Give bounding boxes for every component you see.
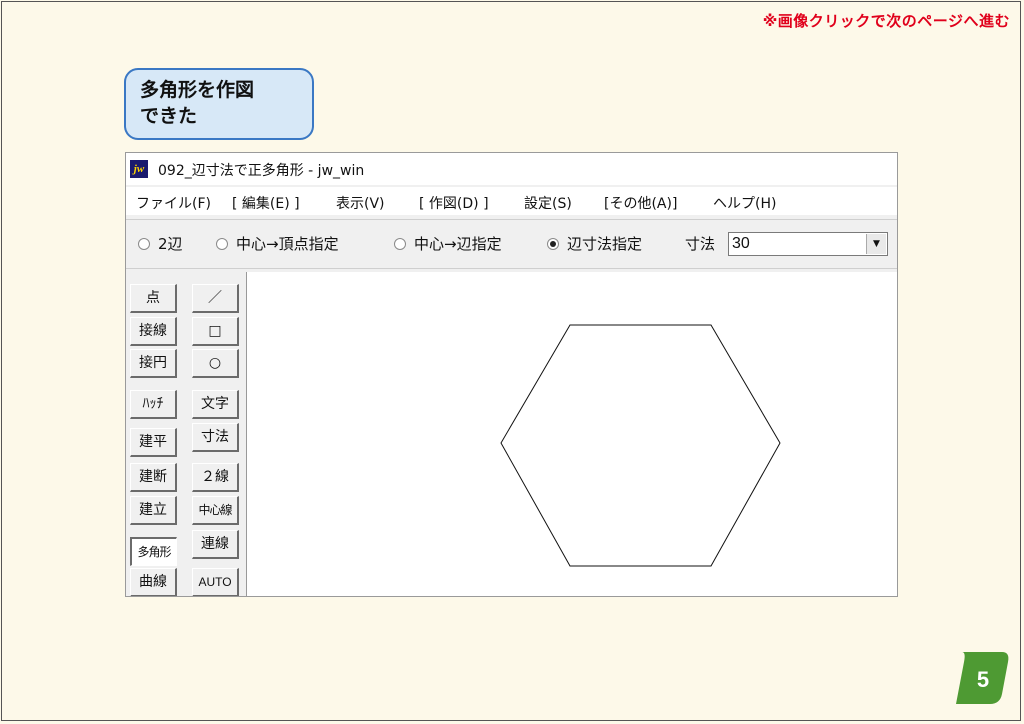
page-number-badge[interactable]: 5	[952, 650, 1010, 706]
menu-bar: ファイル(F) [ 編集(E) ] 表示(V) [ 作図(D) ] 設定(S) …	[126, 187, 897, 215]
app-icon: jw	[130, 160, 148, 178]
drawing-svg	[500, 324, 781, 567]
radio-icon	[138, 237, 150, 250]
radio-label: 2辺	[158, 235, 183, 253]
radio-icon	[216, 237, 228, 250]
tool-arch-section[interactable]: 建断	[130, 463, 177, 492]
menu-draw[interactable]: [ 作図(D) ]	[419, 193, 489, 213]
radio-center-edge[interactable]: 中心→辺指定	[394, 233, 502, 254]
radio-center-vertex[interactable]: 中心→頂点指定	[216, 233, 339, 254]
tool-continuous-line[interactable]: 連線	[192, 530, 239, 559]
tool-hatch[interactable]: ﾊｯﾁ	[130, 390, 177, 419]
radio-selected-icon	[547, 237, 559, 250]
option-bar: 2辺 中心→頂点指定 中心→辺指定 辺寸法指定 寸法 30 ▼	[126, 219, 897, 269]
radio-icon	[394, 237, 406, 250]
tool-dimension[interactable]: 寸法	[192, 423, 239, 452]
menu-help[interactable]: ヘルプ(H)	[713, 193, 776, 213]
app-window: jw 092_辺寸法で正多角形 - jw_win ファイル(F) [ 編集(E)…	[125, 152, 898, 597]
dropdown-arrow-icon[interactable]: ▼	[866, 234, 886, 254]
tool-arch-plan[interactable]: 建平	[130, 428, 177, 457]
tool-text[interactable]: 文字	[192, 390, 239, 419]
tool-point[interactable]: 点	[130, 284, 177, 313]
tool-tangent[interactable]: 接線	[130, 317, 177, 346]
dimension-value: 30	[732, 235, 750, 252]
radio-edge-dimension[interactable]: 辺寸法指定	[547, 233, 642, 254]
tool-polygon[interactable]: 多角形	[130, 537, 177, 566]
tool-curve[interactable]: 曲線	[130, 568, 177, 596]
menu-file[interactable]: ファイル(F)	[136, 193, 211, 213]
menu-other[interactable]: [その他(A)]	[604, 193, 677, 213]
tool-line[interactable]: ／	[192, 284, 239, 313]
dimension-select[interactable]: 30 ▼	[728, 232, 888, 256]
tool-center-line[interactable]: 中心線	[192, 496, 239, 525]
radio-label: 中心→頂点指定	[236, 235, 339, 253]
callout-box: 多角形を作図 できた	[124, 68, 314, 140]
radio-label: 中心→辺指定	[414, 235, 502, 253]
menu-settings[interactable]: 設定(S)	[524, 193, 572, 213]
page-number: 5	[977, 667, 989, 692]
tool-rectangle[interactable]: □	[192, 317, 239, 346]
tool-double-line[interactable]: ２線	[192, 463, 239, 492]
tool-tangent-circle[interactable]: 接円	[130, 349, 177, 378]
tool-circle[interactable]: ○	[192, 349, 239, 378]
hexagon-shape	[500, 324, 781, 567]
callout-line-2: できた	[140, 105, 198, 127]
menu-edit[interactable]: [ 編集(E) ]	[232, 193, 300, 213]
callout-line-1: 多角形を作図	[140, 79, 255, 101]
window-title: 092_辺寸法で正多角形 - jw_win	[158, 163, 365, 179]
title-bar: jw 092_辺寸法で正多角形 - jw_win	[126, 153, 897, 185]
radio-label: 辺寸法指定	[567, 235, 643, 253]
next-page-notice[interactable]: ※画像クリックで次のページへ進む	[763, 10, 1010, 31]
tool-arch-elevation[interactable]: 建立	[130, 496, 177, 525]
drawing-canvas[interactable]	[246, 272, 897, 596]
tool-auto[interactable]: AUTO	[192, 568, 239, 596]
dimension-label: 寸法	[685, 235, 716, 253]
radio-two-sides[interactable]: 2辺	[138, 233, 183, 254]
menu-view[interactable]: 表示(V)	[336, 193, 385, 213]
